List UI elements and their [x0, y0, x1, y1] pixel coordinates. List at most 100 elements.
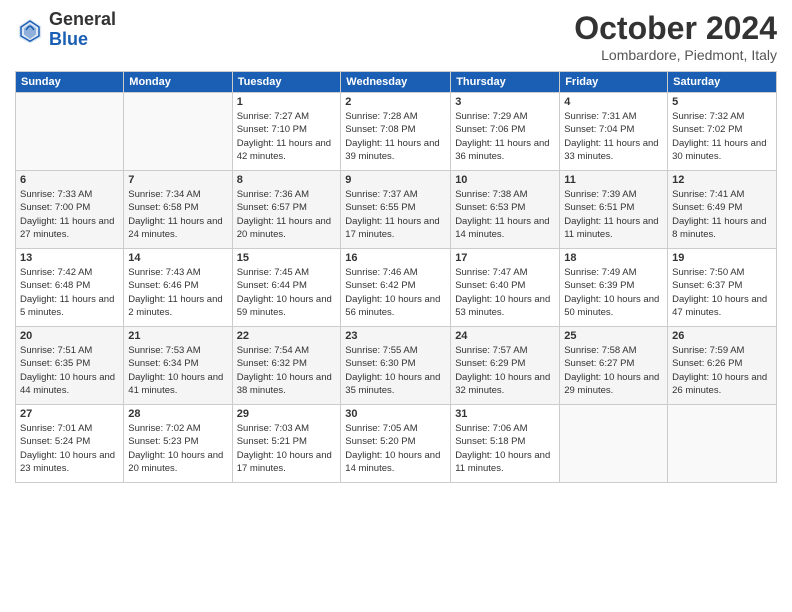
day-cell: 24Sunrise: 7:57 AM Sunset: 6:29 PM Dayli… [451, 327, 560, 405]
day-info: Sunrise: 7:55 AM Sunset: 6:30 PM Dayligh… [345, 344, 446, 397]
day-cell: 16 Sunrise: 7:46 AM Sunset: 6:42 PM Dayli… [341, 249, 451, 327]
day-cell: 19 Sunrise: 7:50 AM Sunset: 6:37 PM Dayli… [668, 249, 777, 327]
day-cell: 21 Sunrise: 7:53 AM Sunset: 6:34 PM Dayli… [124, 327, 232, 405]
day-number: 5 [672, 96, 772, 108]
title-block: October 2024 Lombardore, Piedmont, Italy [574, 10, 777, 63]
day-number: 29 [237, 408, 337, 420]
day-header-sunday: Sunday [16, 72, 124, 93]
day-cell: 31 Sunrise: 7:06 AM Sunset: 5:18 PM Dayli… [451, 405, 560, 483]
day-header-monday: Monday [124, 72, 232, 93]
calendar-header: General Blue October 2024 Lombardore, Pi… [15, 10, 777, 63]
day-info: Sunrise: 7:49 AM Sunset: 6:39 PM Dayligh… [564, 266, 663, 319]
day-cell: 11 Sunrise: 7:39 AM Sunset: 6:51 PM Dayli… [560, 171, 668, 249]
day-info: Sunrise: 7:41 AM Sunset: 6:49 PM Dayligh… [672, 188, 772, 241]
day-info: Sunrise: 7:01 AM Sunset: 5:24 PM Dayligh… [20, 422, 119, 475]
day-info: Sunrise: 7:54 AM Sunset: 6:32 PM Dayligh… [237, 344, 337, 397]
day-number: 7 [128, 174, 227, 186]
day-number: 4 [564, 96, 663, 108]
day-cell: 18 Sunrise: 7:49 AM Sunset: 6:39 PM Dayli… [560, 249, 668, 327]
calendar-body: 1Sunrise: 7:27 AM Sunset: 7:10 PM Daylig… [16, 93, 777, 483]
week-row-1: 1Sunrise: 7:27 AM Sunset: 7:10 PM Daylig… [16, 93, 777, 171]
day-header-wednesday: Wednesday [341, 72, 451, 93]
week-row-5: 27 Sunrise: 7:01 AM Sunset: 5:24 PM Dayli… [16, 405, 777, 483]
day-info: Sunrise: 7:03 AM Sunset: 5:21 PM Dayligh… [237, 422, 337, 475]
day-info: Sunrise: 7:32 AM Sunset: 7:02 PM Dayligh… [672, 110, 772, 163]
day-info: Sunrise: 7:37 AM Sunset: 6:55 PM Dayligh… [345, 188, 446, 241]
day-number: 27 [20, 408, 119, 420]
day-number: 20 [20, 330, 119, 342]
day-cell: 1Sunrise: 7:27 AM Sunset: 7:10 PM Daylig… [232, 93, 341, 171]
day-info: Sunrise: 7:31 AM Sunset: 7:04 PM Dayligh… [564, 110, 663, 163]
day-cell: 13Sunrise: 7:42 AM Sunset: 6:48 PM Dayli… [16, 249, 124, 327]
day-number: 28 [128, 408, 227, 420]
day-info: Sunrise: 7:27 AM Sunset: 7:10 PM Dayligh… [237, 110, 337, 163]
day-cell: 8 Sunrise: 7:36 AM Sunset: 6:57 PM Daylig… [232, 171, 341, 249]
logo-icon [15, 15, 45, 45]
week-row-3: 13Sunrise: 7:42 AM Sunset: 6:48 PM Dayli… [16, 249, 777, 327]
day-info: Sunrise: 7:43 AM Sunset: 6:46 PM Dayligh… [128, 266, 227, 319]
day-cell: 23 Sunrise: 7:55 AM Sunset: 6:30 PM Dayli… [341, 327, 451, 405]
day-number: 16 [345, 252, 446, 264]
day-number: 14 [128, 252, 227, 264]
day-cell: 7 Sunrise: 7:34 AM Sunset: 6:58 PM Daylig… [124, 171, 232, 249]
day-number: 31 [455, 408, 555, 420]
day-number: 26 [672, 330, 772, 342]
day-info: Sunrise: 7:53 AM Sunset: 6:34 PM Dayligh… [128, 344, 227, 397]
day-cell [668, 405, 777, 483]
week-row-2: 6 Sunrise: 7:33 AM Sunset: 7:00 PM Daylig… [16, 171, 777, 249]
day-info: Sunrise: 7:29 AM Sunset: 7:06 PM Dayligh… [455, 110, 555, 163]
day-info: Sunrise: 7:58 AM Sunset: 6:27 PM Dayligh… [564, 344, 663, 397]
day-cell: 12Sunrise: 7:41 AM Sunset: 6:49 PM Dayli… [668, 171, 777, 249]
week-row-4: 20 Sunrise: 7:51 AM Sunset: 6:35 PM Dayli… [16, 327, 777, 405]
day-number: 22 [237, 330, 337, 342]
day-info: Sunrise: 7:06 AM Sunset: 5:18 PM Dayligh… [455, 422, 555, 475]
day-info: Sunrise: 7:34 AM Sunset: 6:58 PM Dayligh… [128, 188, 227, 241]
day-cell: 6 Sunrise: 7:33 AM Sunset: 7:00 PM Daylig… [16, 171, 124, 249]
day-number: 18 [564, 252, 663, 264]
day-info: Sunrise: 7:36 AM Sunset: 6:57 PM Dayligh… [237, 188, 337, 241]
day-number: 10 [455, 174, 555, 186]
day-info: Sunrise: 7:59 AM Sunset: 6:26 PM Dayligh… [672, 344, 772, 397]
day-info: Sunrise: 7:28 AM Sunset: 7:08 PM Dayligh… [345, 110, 446, 163]
day-cell: 22 Sunrise: 7:54 AM Sunset: 6:32 PM Dayli… [232, 327, 341, 405]
day-info: Sunrise: 7:39 AM Sunset: 6:51 PM Dayligh… [564, 188, 663, 241]
day-header-saturday: Saturday [668, 72, 777, 93]
day-cell: 15Sunrise: 7:45 AM Sunset: 6:44 PM Dayli… [232, 249, 341, 327]
day-number: 17 [455, 252, 555, 264]
day-number: 8 [237, 174, 337, 186]
day-number: 15 [237, 252, 337, 264]
day-cell: 10 Sunrise: 7:38 AM Sunset: 6:53 PM Dayli… [451, 171, 560, 249]
logo-text: General Blue [49, 10, 116, 50]
calendar-container: General Blue October 2024 Lombardore, Pi… [0, 0, 792, 493]
day-cell [16, 93, 124, 171]
day-number: 6 [20, 174, 119, 186]
day-info: Sunrise: 7:57 AM Sunset: 6:29 PM Dayligh… [455, 344, 555, 397]
day-info: Sunrise: 7:38 AM Sunset: 6:53 PM Dayligh… [455, 188, 555, 241]
day-header-friday: Friday [560, 72, 668, 93]
day-number: 30 [345, 408, 446, 420]
day-cell [124, 93, 232, 171]
day-number: 25 [564, 330, 663, 342]
day-cell [560, 405, 668, 483]
day-cell: 2 Sunrise: 7:28 AM Sunset: 7:08 PM Daylig… [341, 93, 451, 171]
day-cell: 26 Sunrise: 7:59 AM Sunset: 6:26 PM Dayli… [668, 327, 777, 405]
day-number: 21 [128, 330, 227, 342]
day-number: 2 [345, 96, 446, 108]
day-cell: 5 Sunrise: 7:32 AM Sunset: 7:02 PM Daylig… [668, 93, 777, 171]
header-row: SundayMondayTuesdayWednesdayThursdayFrid… [16, 72, 777, 93]
day-cell: 29 Sunrise: 7:03 AM Sunset: 5:21 PM Dayli… [232, 405, 341, 483]
day-number: 9 [345, 174, 446, 186]
day-cell: 28Sunrise: 7:02 AM Sunset: 5:23 PM Dayli… [124, 405, 232, 483]
day-number: 3 [455, 96, 555, 108]
day-number: 19 [672, 252, 772, 264]
day-info: Sunrise: 7:51 AM Sunset: 6:35 PM Dayligh… [20, 344, 119, 397]
day-info: Sunrise: 7:33 AM Sunset: 7:00 PM Dayligh… [20, 188, 119, 241]
calendar-table: SundayMondayTuesdayWednesdayThursdayFrid… [15, 71, 777, 483]
day-info: Sunrise: 7:46 AM Sunset: 6:42 PM Dayligh… [345, 266, 446, 319]
day-number: 23 [345, 330, 446, 342]
day-info: Sunrise: 7:50 AM Sunset: 6:37 PM Dayligh… [672, 266, 772, 319]
day-number: 11 [564, 174, 663, 186]
location: Lombardore, Piedmont, Italy [574, 47, 777, 63]
day-cell: 4 Sunrise: 7:31 AM Sunset: 7:04 PM Daylig… [560, 93, 668, 171]
month-title: October 2024 [574, 10, 777, 47]
